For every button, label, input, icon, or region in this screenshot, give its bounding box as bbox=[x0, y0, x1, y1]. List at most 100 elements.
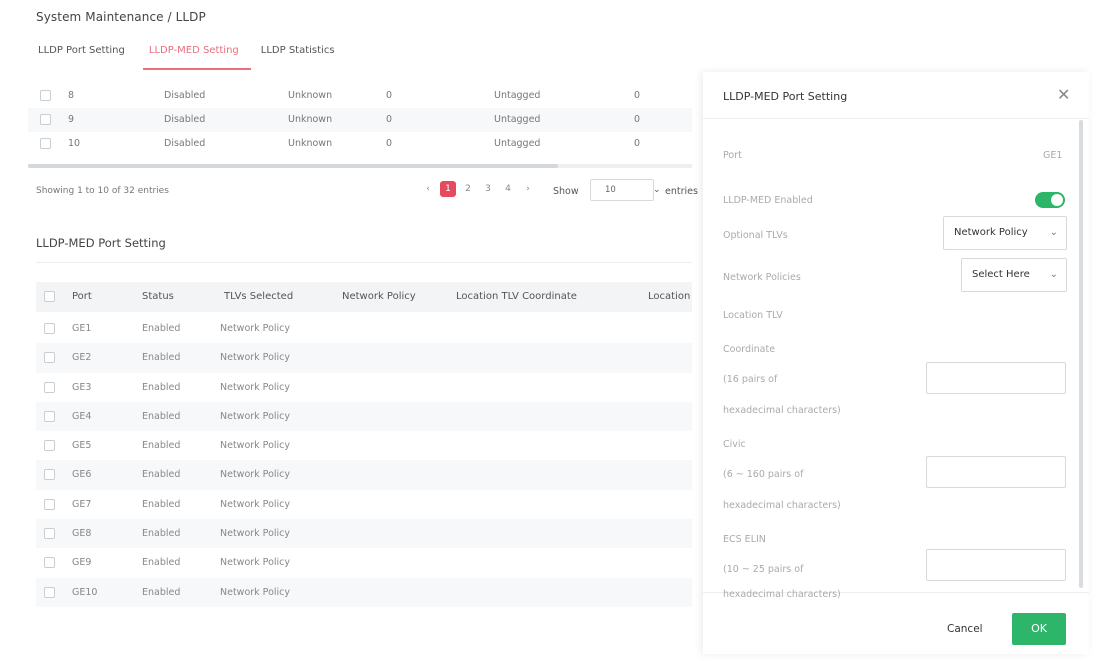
capability-cell: Unknown bbox=[288, 114, 333, 125]
priority-cell: 0 bbox=[634, 90, 641, 101]
network-policies-value: Select Here bbox=[972, 269, 1030, 280]
page-4-button[interactable]: 4 bbox=[500, 184, 516, 194]
table-row: 10 Disabled Unknown 0 Untagged 0 bbox=[28, 132, 692, 156]
table-row[interactable]: GE10 Enabled Network Policy bbox=[36, 577, 692, 607]
tlvs-cell: Network Policy bbox=[220, 586, 291, 598]
vlan-cell: 0 bbox=[386, 138, 393, 149]
row-checkbox[interactable] bbox=[40, 90, 51, 101]
tab-lldp-med-setting[interactable]: LLDP-MED Setting bbox=[142, 38, 251, 70]
page-2-button[interactable]: 2 bbox=[460, 184, 476, 194]
status-cell: Enabled bbox=[142, 557, 181, 569]
row-checkbox[interactable] bbox=[44, 469, 55, 481]
ecs-elin-input[interactable] bbox=[926, 549, 1066, 581]
row-checkbox[interactable] bbox=[44, 323, 55, 334]
table-row[interactable]: GE3 Enabled Network Policy bbox=[36, 373, 692, 402]
med-setting-table: 8 Disabled Unknown 0 Untagged 0 9 Disabl… bbox=[28, 84, 692, 156]
table-row[interactable]: GE2 Enabled Network Policy bbox=[36, 343, 692, 373]
table-row[interactable]: GE9 Enabled Network Policy bbox=[36, 548, 692, 577]
table-row[interactable]: GE7 Enabled Network Policy bbox=[36, 490, 692, 519]
drawer-footer: hexadecimal characters) Cancel OK bbox=[703, 589, 1089, 654]
port-cell: 9 bbox=[68, 114, 75, 125]
next-page-button[interactable]: › bbox=[520, 184, 536, 194]
page-1-button[interactable]: 1 bbox=[440, 181, 456, 197]
status-cell: Enabled bbox=[142, 528, 181, 540]
table-row[interactable]: GE8 Enabled Network Policy bbox=[36, 519, 692, 549]
row-checkbox[interactable] bbox=[44, 528, 55, 540]
status-cell: Disabled bbox=[164, 138, 206, 149]
column-header[interactable]: TLVs Selected bbox=[224, 291, 293, 302]
row-checkbox[interactable] bbox=[44, 498, 55, 510]
med-enabled-toggle[interactable] bbox=[1035, 192, 1065, 208]
port-setting-drawer: LLDP-MED Port Setting ✕ Port GE1 LLDP-ME… bbox=[703, 72, 1089, 654]
toggle-knob bbox=[1051, 194, 1063, 206]
tab-lldp-statistics[interactable]: LLDP Statistics bbox=[259, 38, 345, 70]
status-cell: Enabled bbox=[142, 498, 181, 510]
drawer-title: LLDP-MED Port Setting bbox=[723, 90, 848, 103]
ecs-elin-hint: hexadecimal characters) bbox=[723, 589, 841, 600]
coordinate-hint: (16 pairs of bbox=[723, 374, 778, 385]
status-cell: Disabled bbox=[164, 114, 206, 125]
page-3-button[interactable]: 3 bbox=[480, 184, 496, 194]
civic-hint: hexadecimal characters) bbox=[723, 500, 841, 511]
status-cell: Enabled bbox=[142, 352, 181, 364]
vertical-scrollbar[interactable] bbox=[1079, 120, 1083, 588]
row-checkbox[interactable] bbox=[44, 410, 55, 422]
port-cell: GE8 bbox=[72, 528, 92, 540]
row-checkbox[interactable] bbox=[44, 557, 55, 569]
port-cell: GE7 bbox=[72, 498, 92, 510]
ok-button[interactable]: OK bbox=[1012, 613, 1066, 645]
status-cell: Enabled bbox=[142, 410, 181, 422]
breadcrumb: System Maintenance / LLDP bbox=[36, 10, 206, 24]
table-row[interactable]: GE5 Enabled Network Policy bbox=[36, 431, 692, 460]
column-header[interactable]: Location bbox=[648, 291, 690, 302]
status-cell: Enabled bbox=[142, 323, 181, 334]
ecs-elin-hint: (10 ~ 25 pairs of bbox=[723, 564, 804, 575]
prev-page-button[interactable]: ‹ bbox=[420, 184, 436, 194]
chevron-down-icon: ⌄ bbox=[653, 185, 661, 195]
column-header[interactable]: Port bbox=[72, 291, 92, 302]
row-checkbox[interactable] bbox=[40, 138, 51, 149]
row-checkbox[interactable] bbox=[44, 352, 55, 364]
entries-per-page-select[interactable]: 10 bbox=[590, 179, 654, 201]
optional-tlvs-label: Optional TLVs bbox=[723, 230, 788, 241]
chevron-down-icon: ⌄ bbox=[1049, 269, 1058, 280]
horizontal-scrollbar[interactable] bbox=[28, 164, 692, 168]
port-setting-table: GE1 Enabled Network Policy GE2 Enabled N… bbox=[36, 314, 692, 607]
table-row[interactable]: GE4 Enabled Network Policy bbox=[36, 401, 692, 432]
coordinate-input[interactable] bbox=[926, 362, 1066, 394]
tlvs-cell: Network Policy bbox=[220, 469, 291, 481]
table-row[interactable]: GE1 Enabled Network Policy bbox=[36, 314, 692, 343]
close-icon[interactable]: ✕ bbox=[1057, 85, 1070, 104]
pagination: ‹ 1 2 3 4 › bbox=[420, 181, 540, 197]
port-value: GE1 bbox=[1043, 150, 1063, 161]
show-label: Show bbox=[553, 186, 579, 197]
tab-lldp-port-setting[interactable]: LLDP Port Setting bbox=[36, 38, 135, 70]
column-header[interactable]: Network Policy bbox=[342, 291, 416, 302]
select-all-checkbox[interactable] bbox=[44, 291, 55, 302]
tlvs-cell: Network Policy bbox=[220, 557, 291, 569]
med-enabled-label: LLDP-MED Enabled bbox=[723, 195, 813, 206]
tag-cell: Untagged bbox=[494, 114, 541, 125]
row-checkbox[interactable] bbox=[44, 586, 55, 598]
civic-label: Civic bbox=[723, 439, 746, 450]
port-cell: GE4 bbox=[72, 410, 92, 422]
port-label: Port bbox=[723, 150, 742, 161]
row-checkbox[interactable] bbox=[44, 381, 55, 393]
network-policies-label: Network Policies bbox=[723, 272, 801, 283]
column-header[interactable]: Location TLV Coordinate bbox=[456, 291, 577, 302]
tag-cell: Untagged bbox=[494, 138, 541, 149]
network-policies-select[interactable]: Select Here ⌄ bbox=[961, 258, 1067, 292]
port-cell: GE2 bbox=[72, 352, 92, 364]
table-row[interactable]: GE6 Enabled Network Policy bbox=[36, 460, 692, 490]
vlan-cell: 0 bbox=[386, 114, 393, 125]
civic-input[interactable] bbox=[926, 456, 1066, 488]
optional-tlvs-select[interactable]: Network Policy ⌄ bbox=[943, 216, 1067, 250]
optional-tlvs-value: Network Policy bbox=[954, 227, 1028, 238]
port-cell: GE5 bbox=[72, 440, 92, 452]
cancel-button[interactable]: Cancel bbox=[947, 623, 983, 635]
row-checkbox[interactable] bbox=[40, 114, 51, 125]
scrollbar-thumb[interactable] bbox=[28, 164, 558, 168]
tlvs-cell: Network Policy bbox=[220, 352, 291, 364]
column-header[interactable]: Status bbox=[142, 291, 174, 302]
row-checkbox[interactable] bbox=[44, 440, 55, 452]
